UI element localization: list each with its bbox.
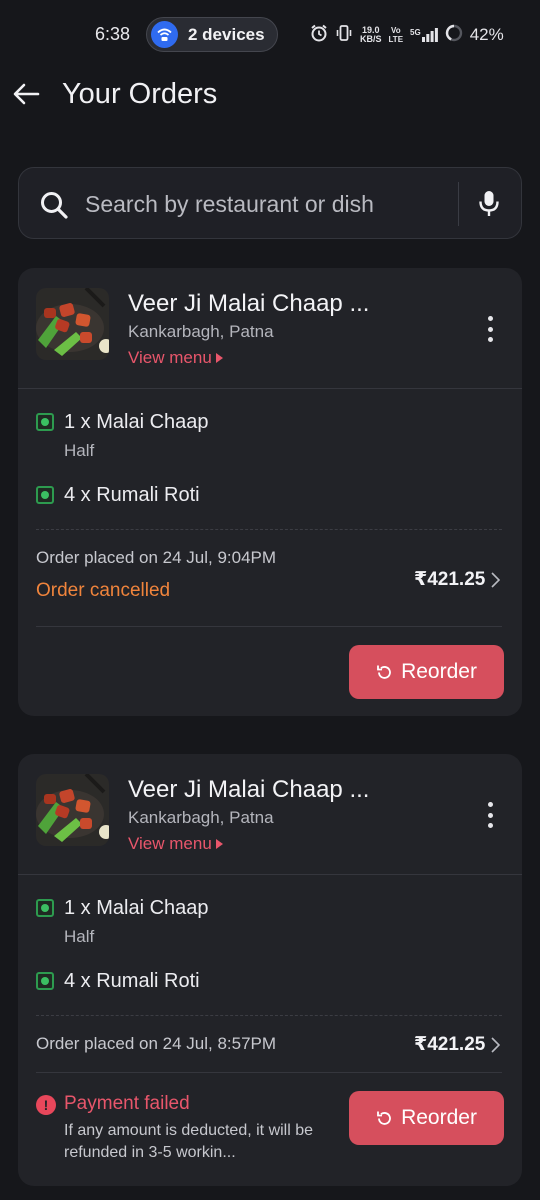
order-status: Order cancelled: [36, 580, 171, 601]
reorder-label: Reorder: [401, 1106, 477, 1129]
order-item: 1 x Malai Chaap: [64, 897, 209, 919]
chevron-right-icon: [491, 571, 501, 588]
search-bar: [18, 167, 522, 239]
back-button[interactable]: [8, 76, 44, 112]
more-options-icon[interactable]: [480, 316, 500, 342]
payment-description: If any amount is deducted, it will be re…: [64, 1122, 314, 1161]
order-total: ₹421.25: [414, 569, 486, 590]
status-bar: 6:38 2 devices 19.0 KB/S Vo LTE 5G 42%: [0, 0, 540, 68]
battery-icon: [445, 24, 463, 47]
dashed-divider: [36, 1015, 502, 1016]
page-title: Your Orders: [62, 78, 218, 110]
status-icons: 19.0 KB/S Vo LTE 5G 42%: [310, 22, 504, 48]
caret-right-icon: [215, 839, 223, 849]
refresh-icon: [377, 1111, 391, 1125]
vibrate-icon: [335, 24, 353, 47]
order-card[interactable]: Veer Ji Malai Chaap ... Kankarbagh, Patn…: [18, 268, 522, 716]
veg-icon: [36, 486, 54, 504]
status-time: 6:38: [95, 24, 131, 44]
order-item: 4 x Rumali Roti: [64, 970, 200, 992]
order-item: 1 x Malai Chaap: [64, 411, 209, 433]
veg-icon: [36, 899, 54, 917]
payment-status: Payment failed: [64, 1093, 190, 1114]
view-menu-link[interactable]: View menu: [128, 834, 223, 854]
reorder-button[interactable]: Reorder: [349, 645, 504, 699]
arrow-left-icon: [13, 83, 40, 105]
search-input[interactable]: [85, 186, 445, 222]
search-icon: [39, 190, 69, 225]
restaurant-location: Kankarbagh, Patna: [128, 322, 274, 341]
order-item-variant: Half: [64, 441, 95, 460]
reorder-button[interactable]: Reorder: [349, 1091, 504, 1145]
view-menu-label: View menu: [128, 348, 212, 367]
devices-pill[interactable]: 2 devices: [146, 17, 278, 52]
veg-icon: [36, 413, 54, 431]
search-divider: [458, 182, 459, 226]
restaurant-name[interactable]: Veer Ji Malai Chaap ...: [128, 290, 369, 318]
order-item: 4 x Rumali Roti: [64, 484, 200, 506]
order-price[interactable]: ₹421.25: [414, 568, 501, 591]
view-menu-link[interactable]: View menu: [128, 348, 223, 368]
refresh-icon: [377, 665, 391, 679]
more-options-icon[interactable]: [480, 802, 500, 828]
order-total: ₹421.25: [414, 1034, 486, 1055]
dashed-divider: [36, 529, 502, 530]
battery-percent: 42%: [469, 25, 504, 44]
divider: [36, 626, 502, 627]
app-header: Your Orders: [0, 68, 540, 128]
restaurant-thumbnail: [36, 774, 109, 846]
volte-top: Vo: [390, 26, 401, 35]
divider: [36, 1072, 502, 1073]
caret-right-icon: [215, 353, 223, 363]
order-item-variant: Half: [64, 927, 95, 946]
divider: [18, 874, 522, 875]
network-type: 5G: [410, 28, 421, 37]
mic-icon[interactable]: [477, 189, 501, 224]
alert-icon: !: [36, 1095, 56, 1115]
reorder-label: Reorder: [401, 660, 477, 683]
order-placed-date: Order placed on 24 Jul, 8:57PM: [36, 1034, 277, 1053]
view-menu-label: View menu: [128, 834, 212, 853]
order-card[interactable]: Veer Ji Malai Chaap ... Kankarbagh, Patn…: [18, 754, 522, 1186]
devices-label: 2 devices: [188, 24, 265, 44]
volte-bottom: LTE: [388, 35, 404, 44]
divider: [18, 388, 522, 389]
restaurant-name[interactable]: Veer Ji Malai Chaap ...: [128, 776, 369, 804]
veg-icon: [36, 972, 54, 990]
alarm-icon: [310, 24, 328, 47]
hotspot-icon: [151, 21, 178, 48]
chevron-right-icon: [491, 1036, 501, 1053]
volte-indicator: Vo LTE: [389, 26, 404, 44]
signal-icon: 5G: [410, 28, 438, 42]
restaurant-thumbnail: [36, 288, 109, 360]
restaurant-location: Kankarbagh, Patna: [128, 808, 274, 827]
network-speed: 19.0 KB/S: [360, 26, 382, 44]
order-placed-date: Order placed on 24 Jul, 9:04PM: [36, 548, 277, 567]
speed-unit: KB/S: [360, 34, 382, 44]
order-price[interactable]: ₹421.25: [414, 1033, 501, 1056]
